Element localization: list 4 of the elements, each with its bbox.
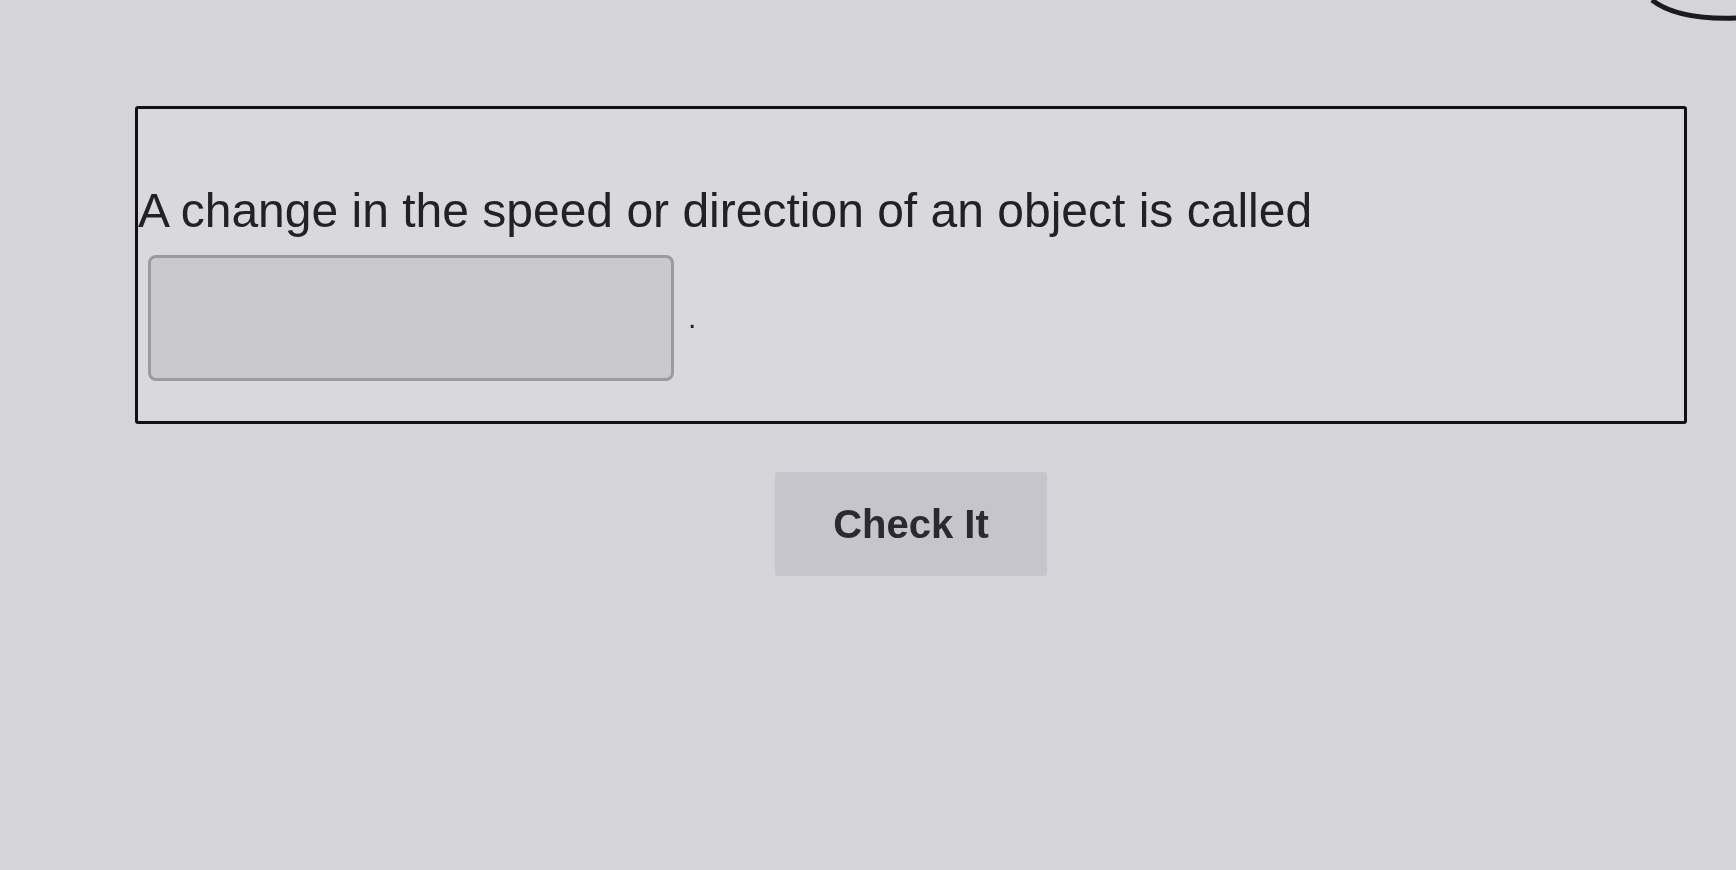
question-text: A change in the speed or direction of an object is called bbox=[138, 183, 1313, 239]
answer-field[interactable] bbox=[148, 255, 674, 381]
check-button[interactable]: Check It bbox=[775, 472, 1047, 576]
sentence-period: . bbox=[688, 301, 697, 335]
